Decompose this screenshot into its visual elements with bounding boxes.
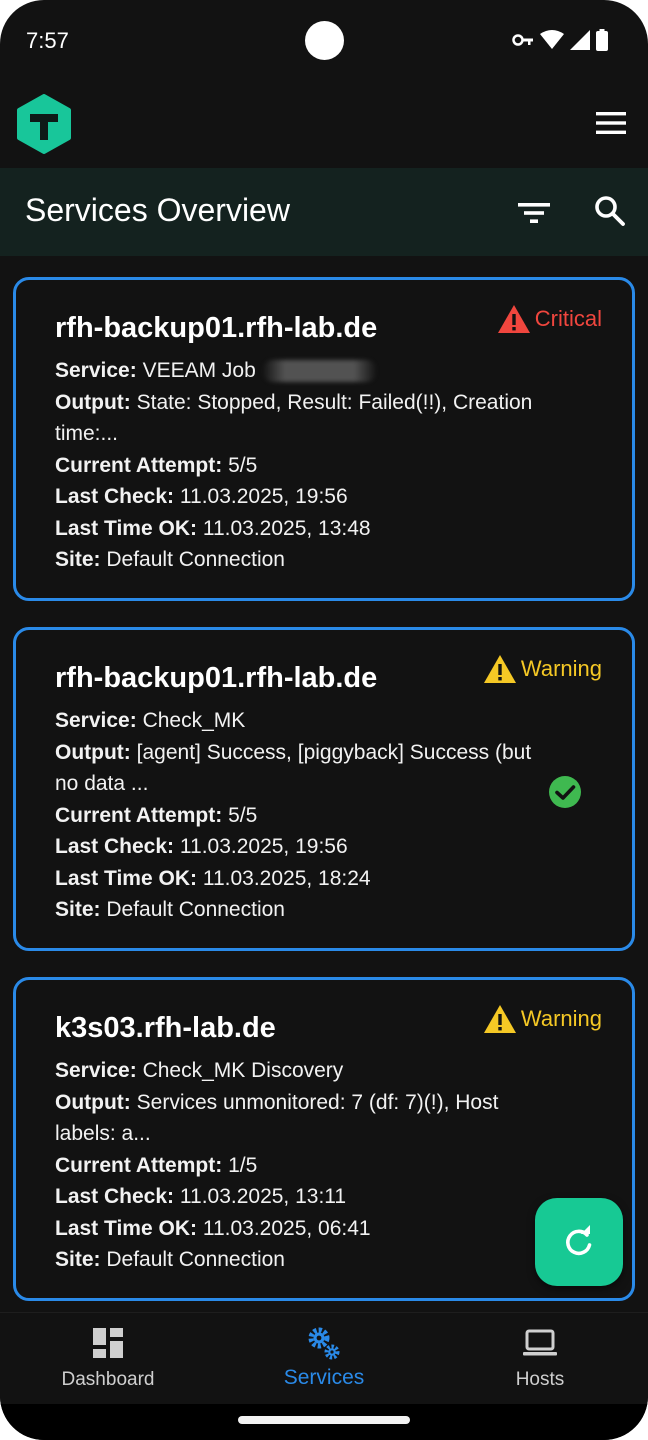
state-label: Warning	[520, 656, 602, 681]
phone-screen: 7:57 Services Overview rfh-backup01.rfh-…	[0, 0, 648, 1440]
last-ok-line: Last Time OK: 11.03.2025, 13:48	[55, 516, 371, 540]
bottom-navigation: Dashboard Services Hosts	[0, 1312, 648, 1404]
output-line: Output: Services unmonitored: 7 (df: 7)(…	[55, 1090, 499, 1146]
service-line: Service: VEEAM Job	[55, 355, 535, 387]
attempt-line: Current Attempt: 5/5	[55, 453, 258, 477]
state-badge: Warning	[483, 1004, 602, 1034]
last-ok-line: Last Time OK: 11.03.2025, 06:41	[55, 1216, 371, 1240]
dashboard-icon	[93, 1328, 123, 1358]
attempt-line: Current Attempt: 5/5	[55, 803, 258, 827]
service-details: Service: VEEAM Job Output: State: Stoppe…	[55, 355, 535, 576]
output-line: Output: [agent] Success, [piggyback] Suc…	[55, 740, 532, 796]
refresh-button[interactable]	[535, 1198, 623, 1286]
warning-icon	[483, 1005, 516, 1033]
service-line: Service: Check_MK Discovery	[55, 1059, 344, 1082]
services-list[interactable]: rfh-backup01.rfh-lab.de Critical Service…	[0, 256, 648, 1312]
wifi-icon	[540, 30, 564, 49]
nav-label: Hosts	[515, 1369, 565, 1390]
state-label: Critical	[534, 306, 602, 331]
page-title: Services Overview	[25, 192, 290, 228]
status-icons	[512, 27, 608, 53]
service-line: Service: Check_MK	[55, 709, 246, 732]
laptop-icon	[523, 1329, 557, 1356]
nav-label: Dashboard	[61, 1369, 155, 1390]
output-line: Output: State: Stopped, Result: Failed(!…	[55, 390, 533, 446]
camera-cutout	[305, 21, 344, 60]
status-bar: 7:57	[0, 0, 648, 80]
host-name: rfh-backup01.rfh-lab.de	[55, 662, 378, 694]
service-card[interactable]: rfh-backup01.rfh-lab.de Warning Service:…	[13, 627, 635, 951]
last-check-line: Last Check: 11.03.2025, 19:56	[55, 485, 348, 508]
state-badge: Warning	[483, 654, 602, 684]
last-check-line: Last Check: 11.03.2025, 13:11	[55, 1185, 347, 1208]
state-label: Warning	[520, 1006, 602, 1031]
hamburger-menu-icon[interactable]	[594, 108, 628, 138]
site-line: Site: Default Connection	[55, 1248, 285, 1271]
filter-icon[interactable]	[515, 196, 553, 230]
battery-icon	[596, 29, 608, 51]
gesture-handle[interactable]	[238, 1416, 410, 1424]
last-check-line: Last Check: 11.03.2025, 19:56	[55, 835, 348, 858]
redacted-text	[261, 360, 377, 383]
service-details: Service: Check_MK Discovery Output: Serv…	[55, 1055, 535, 1276]
warning-icon	[497, 305, 530, 333]
attempt-line: Current Attempt: 1/5	[55, 1153, 258, 1177]
nav-services[interactable]: Services	[216, 1313, 432, 1405]
service-card[interactable]: rfh-backup01.rfh-lab.de Critical Service…	[13, 277, 635, 601]
host-name: k3s03.rfh-lab.de	[55, 1012, 276, 1044]
gears-icon	[308, 1327, 340, 1360]
host-name: rfh-backup01.rfh-lab.de	[55, 312, 378, 344]
nav-label: Services	[283, 1366, 365, 1389]
site-line: Site: Default Connection	[55, 898, 285, 921]
site-line: Site: Default Connection	[55, 548, 285, 571]
warning-icon	[483, 655, 516, 683]
cell-signal-icon	[570, 30, 590, 50]
app-logo	[17, 94, 71, 154]
service-details: Service: Check_MK Output: [agent] Succes…	[55, 705, 535, 926]
search-icon[interactable]	[592, 193, 628, 229]
vpn-key-icon	[512, 34, 533, 46]
page-header: Services Overview	[0, 168, 648, 256]
app-bar	[0, 80, 648, 168]
status-time: 7:57	[26, 28, 69, 53]
nav-dashboard[interactable]: Dashboard	[0, 1313, 216, 1405]
last-ok-line: Last Time OK: 11.03.2025, 18:24	[55, 866, 371, 890]
nav-hosts[interactable]: Hosts	[432, 1313, 648, 1405]
check-circle-icon	[549, 776, 581, 808]
refresh-icon	[566, 1225, 592, 1256]
state-badge: Critical	[497, 304, 602, 334]
